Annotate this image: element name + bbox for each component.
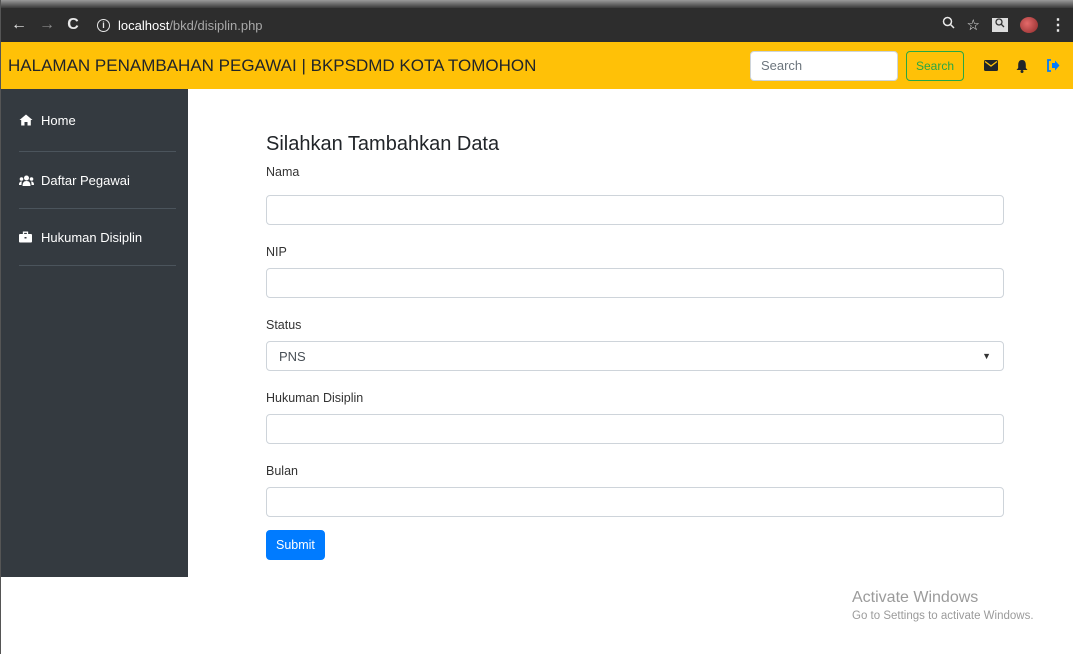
extension-icon[interactable]	[992, 18, 1008, 32]
watermark-title: Activate Windows	[852, 589, 979, 606]
bulan-input[interactable]	[266, 487, 1004, 517]
sidebar-item-hukuman-disiplin[interactable]: Hukuman Disiplin	[19, 209, 176, 266]
users-icon	[19, 175, 35, 186]
home-icon	[19, 114, 35, 126]
browser-menu-icon[interactable]: ⋮	[1050, 15, 1066, 35]
nip-label: NIP	[266, 245, 287, 259]
hukuman-disiplin-input[interactable]	[266, 414, 1004, 444]
dropdown-caret-icon: ▼	[982, 351, 991, 361]
status-selected-value: PNS	[279, 348, 306, 364]
form-title: Silahkan Tambahkan Data	[266, 133, 500, 155]
status-label: Status	[266, 318, 302, 332]
bell-icon[interactable]	[1015, 59, 1029, 73]
top-navbar: HALAMAN PENAMBAHAN PEGAWAI | BKPSDMD KOT…	[1, 42, 1073, 89]
sidebar-item-home[interactable]: Home	[19, 89, 176, 152]
activate-windows-watermark: Activate Windows Go to Settings to activ…	[852, 589, 1034, 622]
sign-out-icon[interactable]	[1046, 59, 1060, 73]
forward-arrow-icon[interactable]: →	[37, 16, 57, 34]
search-input[interactable]	[749, 50, 898, 81]
envelope-icon[interactable]	[984, 59, 998, 73]
url-host: localhost	[118, 17, 170, 33]
watermark-subtitle: Go to Settings to activate Windows.	[852, 610, 1034, 622]
hukuman-disiplin-label: Hukuman Disiplin	[266, 391, 364, 405]
profile-avatar-icon[interactable]	[1020, 17, 1038, 33]
nip-input[interactable]	[266, 268, 1004, 298]
sidebar-item-label: Daftar Pegawai	[41, 172, 130, 188]
bulan-label: Bulan	[266, 464, 298, 478]
main-form: Silahkan Tambahkan Data Nama NIP Status …	[266, 133, 1004, 560]
browser-actions: ☆ ⋮	[942, 15, 1066, 35]
search-button[interactable]: Search	[905, 50, 964, 81]
sidebar-item-label: Home	[41, 112, 76, 128]
page-title[interactable]: HALAMAN PENAMBAHAN PEGAWAI | BKPSDMD KOT…	[8, 56, 536, 76]
submit-button[interactable]: Submit	[266, 530, 325, 560]
status-select[interactable]: PNS ▼	[266, 341, 1004, 371]
sidebar: Home Daftar Pegawai Hukuman Disiplin	[1, 89, 188, 577]
briefcase-icon	[19, 231, 35, 243]
nama-input[interactable]	[266, 195, 1004, 225]
tab-strip	[1, 0, 1073, 8]
url-path: /bkd/disiplin.php	[169, 17, 263, 33]
nama-label: Nama	[266, 165, 300, 179]
reload-icon[interactable]: C	[63, 16, 83, 34]
address-bar[interactable]: i localhost/bkd/disiplin.php	[97, 18, 263, 33]
bookmark-star-icon[interactable]: ☆	[967, 16, 980, 34]
navbar-actions: Search	[749, 50, 1060, 81]
browser-chrome: ← → C i localhost/bkd/disiplin.php ☆ ⋮	[1, 0, 1073, 42]
zoom-icon[interactable]	[942, 16, 955, 34]
sidebar-item-daftar-pegawai[interactable]: Daftar Pegawai	[19, 152, 176, 209]
sidebar-item-label: Hukuman Disiplin	[41, 229, 143, 245]
back-arrow-icon[interactable]: ←	[9, 16, 29, 34]
screen: ← → C i localhost/bkd/disiplin.php ☆ ⋮ H…	[0, 0, 1073, 654]
browser-toolbar: ← → C i localhost/bkd/disiplin.php ☆ ⋮	[1, 8, 1073, 42]
info-icon[interactable]: i	[97, 18, 110, 32]
